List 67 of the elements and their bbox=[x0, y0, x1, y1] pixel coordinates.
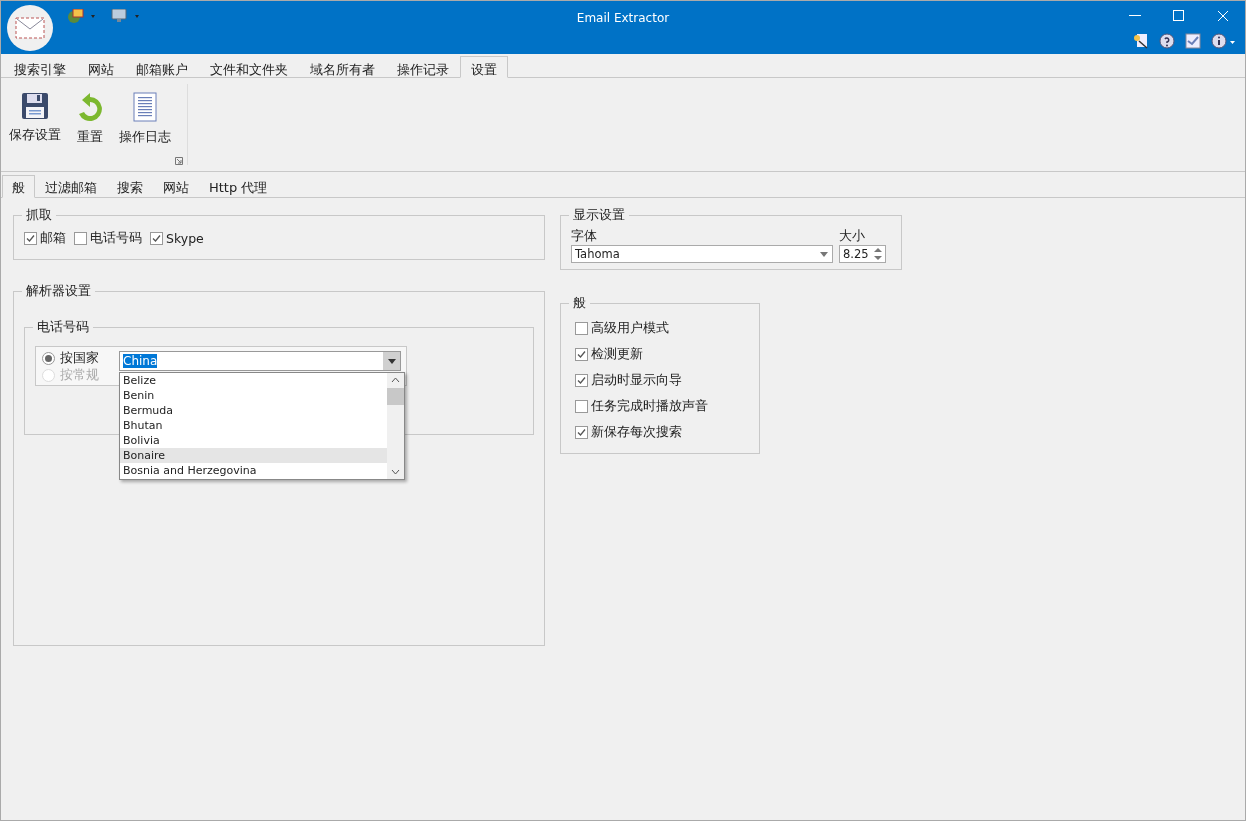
ribbon-button[interactable]: 重置 bbox=[73, 92, 107, 165]
dropdown-arrow-icon[interactable] bbox=[820, 251, 828, 257]
checkbox-label: 高级用户模式 bbox=[591, 320, 669, 337]
checkbox-label: 启动时显示向导 bbox=[591, 372, 682, 389]
magic-wand-icon[interactable] bbox=[1133, 33, 1149, 49]
info-dropdown-icon[interactable] bbox=[1211, 33, 1237, 49]
checkbox-label: 检测更新 bbox=[591, 346, 643, 363]
checkbox-label: 电话号码 bbox=[90, 230, 142, 247]
ribbon-button-label: 保存设置 bbox=[9, 126, 61, 144]
group-title: 般 bbox=[572, 294, 587, 312]
monitor-dropdown-icon[interactable] bbox=[111, 9, 141, 23]
group-title: 显示设置 bbox=[572, 206, 626, 224]
settings-tab[interactable]: 搜索 bbox=[107, 175, 153, 198]
checkbox-label: 新保存每次搜索 bbox=[591, 424, 682, 441]
group-title: 电话号码 bbox=[36, 318, 90, 336]
help-icon[interactable] bbox=[1159, 33, 1175, 49]
app-logo[interactable] bbox=[7, 5, 53, 51]
checkbox[interactable] bbox=[575, 400, 588, 413]
group-title: 解析器设置 bbox=[25, 282, 92, 300]
country-combo[interactable]: China bbox=[119, 351, 401, 371]
maximize-icon bbox=[1173, 10, 1185, 22]
settings-tab[interactable]: 般 bbox=[2, 175, 35, 198]
checkbox[interactable] bbox=[575, 374, 588, 387]
checkbox-label: 邮箱 bbox=[40, 230, 66, 247]
checkbox[interactable] bbox=[24, 232, 37, 245]
checkbox-label: Skype bbox=[166, 231, 204, 246]
settings-tab[interactable]: Http 代理 bbox=[199, 175, 278, 198]
radio-label: 按国家 bbox=[60, 350, 99, 367]
document-icon bbox=[133, 92, 157, 122]
field-label: 字体 bbox=[571, 228, 598, 245]
ribbon-tab[interactable]: 文件和文件夹 bbox=[199, 56, 299, 78]
ribbon-button[interactable]: 保存设置 bbox=[7, 92, 63, 165]
minimize-icon bbox=[1129, 15, 1141, 17]
close-icon bbox=[1217, 10, 1229, 22]
font-combo[interactable]: Tahoma bbox=[571, 245, 833, 263]
radio-button[interactable] bbox=[42, 352, 55, 365]
checkbox[interactable] bbox=[575, 322, 588, 335]
checkbox[interactable] bbox=[150, 232, 163, 245]
ribbon-tab[interactable]: 网站 bbox=[77, 56, 125, 78]
dropdown-arrow-icon bbox=[387, 358, 396, 364]
globe-dropdown-icon[interactable] bbox=[67, 9, 97, 23]
settings-tab[interactable]: 过滤邮箱 bbox=[35, 175, 107, 198]
group-title: 抓取 bbox=[25, 206, 53, 224]
window-title: Email Extractor bbox=[575, 10, 671, 27]
dropdown-item[interactable]: Belize bbox=[120, 373, 387, 388]
dropdown-item[interactable]: Bonaire bbox=[120, 448, 387, 463]
ribbon-tab[interactable]: 设置 bbox=[460, 56, 508, 78]
ribbon-tab[interactable]: 邮箱账户 bbox=[125, 56, 199, 78]
checkbox[interactable] bbox=[575, 348, 588, 361]
scroll-thumb[interactable] bbox=[387, 387, 404, 405]
ribbon-tab[interactable]: 搜索引擎 bbox=[3, 56, 77, 78]
checkmark-icon[interactable] bbox=[1185, 33, 1201, 49]
settings-tab[interactable]: 网站 bbox=[153, 175, 199, 198]
ribbon-tab[interactable]: 操作记录 bbox=[386, 56, 460, 78]
radio-label: 按常规 bbox=[60, 367, 99, 384]
ribbon-tab[interactable]: 域名所有者 bbox=[299, 56, 386, 78]
checkbox[interactable] bbox=[575, 426, 588, 439]
checkbox[interactable] bbox=[74, 232, 87, 245]
field-label: 大小 bbox=[839, 228, 866, 245]
ribbon-button-label: 重置 bbox=[77, 128, 103, 146]
checkbox-label: 任务完成时播放声音 bbox=[591, 398, 708, 415]
ribbon-button-label: 操作日志 bbox=[119, 128, 171, 146]
scrollbar[interactable] bbox=[387, 373, 404, 479]
size-spinner[interactable]: 8.25 bbox=[839, 245, 886, 263]
envelope-icon bbox=[15, 17, 45, 39]
dialog-launcher-icon[interactable] bbox=[175, 157, 183, 165]
ribbon-button[interactable]: 操作日志 bbox=[117, 92, 173, 165]
